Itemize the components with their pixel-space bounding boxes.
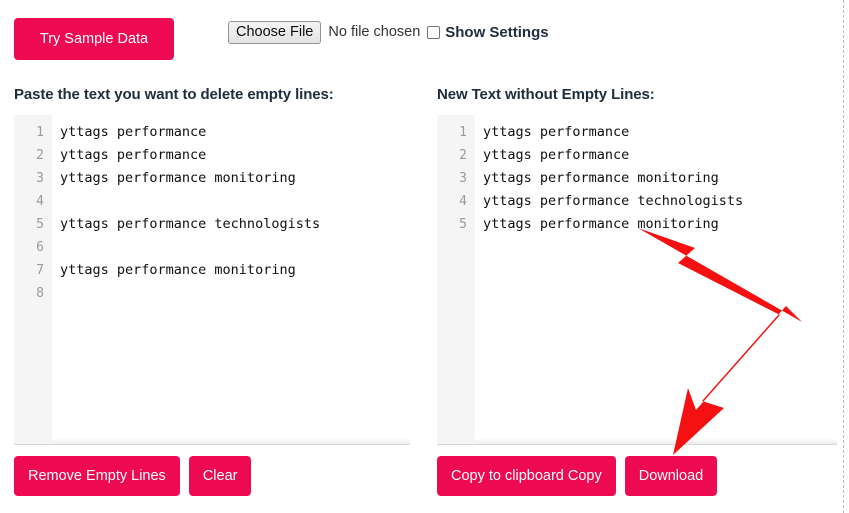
- line-number: 1: [36, 125, 44, 140]
- line-number: 7: [36, 263, 44, 278]
- remove-empty-lines-button[interactable]: Remove Empty Lines: [14, 456, 180, 496]
- code-line: yttags performance: [483, 124, 630, 140]
- output-action-buttons: Copy to clipboard Copy Download: [437, 456, 718, 496]
- output-line-number-gutter: 1 2 3 4 5: [437, 115, 475, 444]
- show-settings-checkbox[interactable]: [427, 25, 441, 39]
- output-text-area[interactable]: yttags performance yttags performance yt…: [475, 115, 837, 444]
- line-number: 6: [36, 240, 44, 255]
- line-number: 1: [459, 125, 467, 140]
- no-file-chosen-label: No file chosen: [328, 24, 421, 40]
- choose-file-button[interactable]: Choose File: [228, 20, 322, 44]
- file-upload-row: Choose File No file chosen Show Settings: [228, 19, 549, 45]
- line-number: 2: [459, 148, 467, 163]
- top-toolbar: Try Sample Data Choose File No file chos…: [0, 0, 849, 72]
- input-panel-heading: Paste the text you want to delete empty …: [14, 86, 334, 103]
- input-action-buttons: Remove Empty Lines Clear: [14, 456, 252, 496]
- line-number: 4: [36, 194, 44, 209]
- code-line: yttags performance: [60, 124, 207, 140]
- code-line: yttags performance: [60, 147, 207, 163]
- clear-button[interactable]: Clear: [188, 456, 252, 496]
- show-settings-group: Show Settings: [427, 24, 549, 41]
- copy-to-clipboard-button[interactable]: Copy to clipboard Copy: [437, 456, 616, 496]
- input-text-area[interactable]: yttags performance yttags performance yt…: [52, 115, 410, 444]
- input-line-number-gutter: 1 2 3 4 5 6 7 8: [14, 115, 52, 444]
- code-line: yttags performance monitoring: [483, 216, 719, 232]
- code-line: yttags performance monitoring: [60, 170, 296, 186]
- line-number: 8: [36, 286, 44, 301]
- line-number: 3: [459, 171, 467, 186]
- page-edge-rule: [843, 0, 844, 513]
- output-editor[interactable]: 1 2 3 4 5 yttags performance yttags perf…: [437, 115, 837, 445]
- output-panel: New Text without Empty Lines: 1 2 3 4 5 …: [437, 86, 837, 445]
- code-line: yttags performance monitoring: [60, 262, 296, 278]
- line-number: 5: [459, 217, 467, 232]
- output-panel-heading: New Text without Empty Lines:: [437, 86, 655, 103]
- try-sample-data-button[interactable]: Try Sample Data: [14, 18, 174, 60]
- input-panel: Paste the text you want to delete empty …: [14, 86, 410, 445]
- code-line: yttags performance monitoring: [483, 170, 719, 186]
- line-number: 5: [36, 217, 44, 232]
- code-line: yttags performance technologists: [60, 216, 321, 232]
- show-settings-label[interactable]: Show Settings: [445, 24, 548, 41]
- download-button[interactable]: Download: [624, 456, 718, 496]
- line-number: 3: [36, 171, 44, 186]
- code-line: yttags performance: [483, 147, 630, 163]
- line-number: 2: [36, 148, 44, 163]
- code-line: yttags performance technologists: [483, 193, 744, 209]
- input-editor[interactable]: 1 2 3 4 5 6 7 8 yttags performance yttag…: [14, 115, 410, 445]
- line-number: 4: [459, 194, 467, 209]
